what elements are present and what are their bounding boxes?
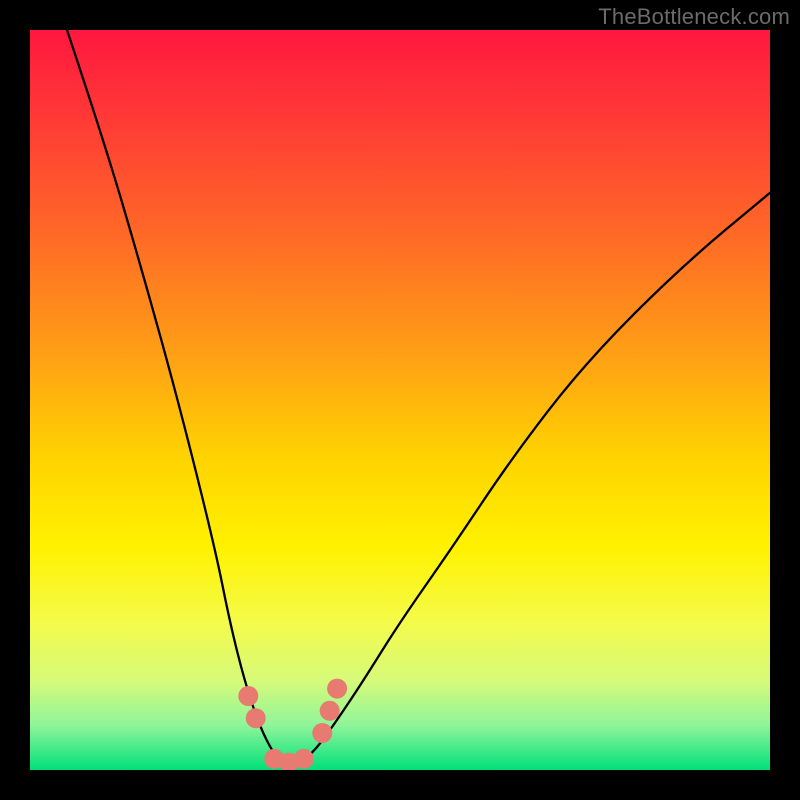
chart-svg [30, 30, 770, 770]
watermark-text: TheBottleneck.com [598, 4, 790, 30]
trough-dot [238, 686, 258, 706]
trough-dot [312, 723, 332, 743]
plot-area [30, 30, 770, 770]
trough-dot [327, 679, 347, 699]
gradient-background [30, 30, 770, 770]
trough-dot [320, 701, 340, 721]
trough-dot [294, 749, 314, 769]
trough-dot [246, 708, 266, 728]
chart-frame: TheBottleneck.com [0, 0, 800, 800]
